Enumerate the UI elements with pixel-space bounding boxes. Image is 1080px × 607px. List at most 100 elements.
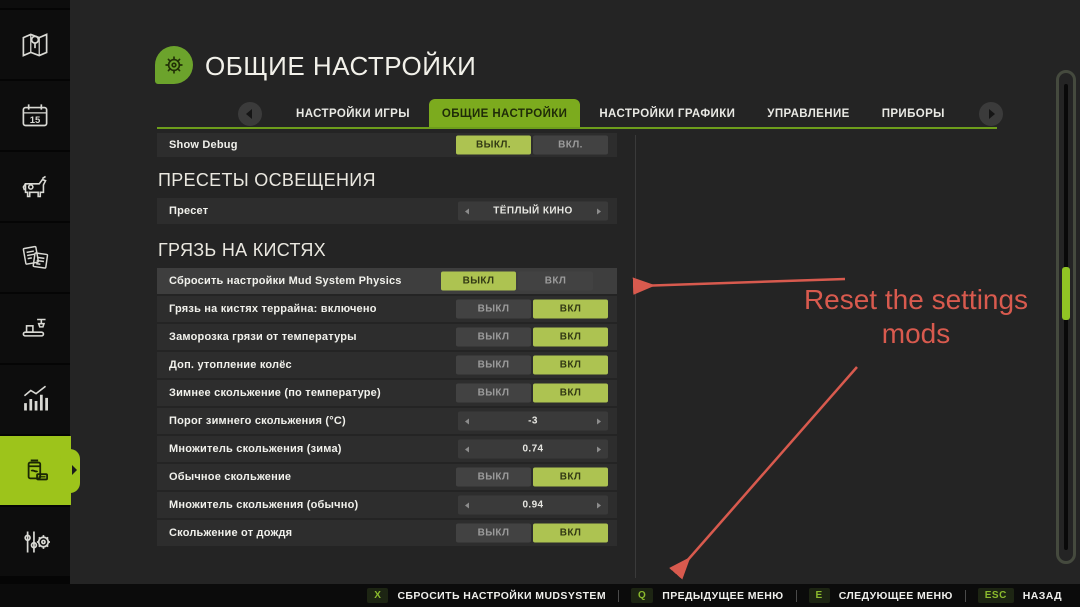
hotkey-key-badge: Q <box>631 588 653 603</box>
value-selector[interactable]: -3 <box>458 412 608 431</box>
toggle-off-button[interactable]: ВЫКЛ <box>456 384 531 403</box>
setting-label: Заморозка грязи от температуры <box>169 331 357 343</box>
setting-row[interactable]: Заморозка грязи от температуры ВЫКЛВКЛ <box>157 324 617 350</box>
left-arrow-icon <box>246 109 252 119</box>
tabs-next-button[interactable] <box>979 102 1003 126</box>
value-selector[interactable]: 0.94 <box>458 496 608 515</box>
setting-label: Сбросить настройки Mud System Physics <box>169 275 402 287</box>
setting-label: Show Debug <box>169 139 238 151</box>
scrollbar-thumb[interactable] <box>1062 267 1070 320</box>
setting-label: Скольжение от дождя <box>169 527 292 539</box>
setting-label: Зимнее скольжение (по температуре) <box>169 387 381 399</box>
setting-row[interactable]: Скольжение от дождя ВЫКЛВКЛ <box>157 520 617 546</box>
selector-right-arrow-icon[interactable] <box>597 418 601 424</box>
hotkey-item[interactable]: ESCНАЗАД <box>978 588 1062 603</box>
sidebar-item-production[interactable] <box>0 294 70 363</box>
tab-2[interactable]: ОБЩИЕ НАСТРОЙКИ <box>429 99 580 128</box>
sidebar-item-calendar[interactable]: 15 <box>0 81 70 150</box>
setting-row[interactable]: Show Debug ВЫКЛ.ВКЛ. <box>157 133 617 157</box>
selector-value: ТЁПЛЫЙ КИНО <box>469 206 597 217</box>
sidebar-item-contracts[interactable] <box>0 223 70 292</box>
active-item-bubble <box>60 449 80 493</box>
setting-label: Множитель скольжения (обычно) <box>169 499 358 511</box>
hotkey-item[interactable]: EСЛЕДУЮЩЕЕ МЕНЮ <box>809 588 953 603</box>
page-title: ОБЩИЕ НАСТРОЙКИ <box>205 51 476 82</box>
toggle-on-button[interactable]: ВКЛ <box>533 524 608 543</box>
setting-row[interactable]: Зимнее скольжение (по температуре) ВЫКЛВК… <box>157 380 617 406</box>
toggle-group: ВЫКЛВКЛ <box>456 384 608 403</box>
selector-right-arrow-icon[interactable] <box>597 446 601 452</box>
toggle-off-button[interactable]: ВЫКЛ. <box>456 136 531 155</box>
setting-row[interactable]: Сбросить настройки Mud System Physics ВЫК… <box>157 268 617 294</box>
selector-right-arrow-icon[interactable] <box>597 208 601 214</box>
tab-1[interactable]: НАСТРОЙКИ ИГРЫ <box>283 108 423 120</box>
selector-value: -3 <box>469 416 597 427</box>
toggle-off-button[interactable]: ВЫКЛ <box>456 356 531 375</box>
settings-list: Show DebugВЫКЛ.ВКЛ.ПРЕСЕТЫ ОСВЕЩЕНИЯПрес… <box>157 133 617 548</box>
tab-underline <box>157 127 997 129</box>
value-selector[interactable]: 0.74 <box>458 440 608 459</box>
active-item-pointer-icon <box>72 465 77 475</box>
hotkey-label: ПРЕДЫДУЩЕЕ МЕНЮ <box>662 590 783 602</box>
setting-row[interactable]: Доп. утопление колёс ВЫКЛВКЛ <box>157 352 617 378</box>
column-divider <box>635 135 636 578</box>
toggle-on-button[interactable]: ВКЛ. <box>533 136 608 155</box>
sidebar-item-statistics[interactable] <box>0 365 70 434</box>
toggle-on-button[interactable]: ВКЛ <box>533 300 608 319</box>
tabs-prev-button[interactable] <box>238 102 262 126</box>
calendar-icon: 15 <box>16 97 54 135</box>
setting-row[interactable]: Порог зимнего скольжения (°C)-3 <box>157 408 617 434</box>
map-icon <box>16 26 54 64</box>
sidebar-item-mudsystem[interactable] <box>0 436 71 505</box>
sidebar-item-animals[interactable] <box>0 152 70 221</box>
right-arrow-icon <box>989 109 995 119</box>
tab-5[interactable]: ПРИБОРЫ <box>869 108 958 120</box>
selector-value: 0.94 <box>469 500 597 511</box>
toggle-off-button[interactable]: ВЫКЛ <box>456 468 531 487</box>
toggle-group: ВЫКЛ.ВКЛ. <box>456 136 608 155</box>
tab-4[interactable]: УПРАВЛЕНИЕ <box>754 108 862 120</box>
hotkey-item[interactable]: XСБРОСИТЬ НАСТРОЙКИ MUDSYSTEM <box>367 588 606 603</box>
cow-icon <box>16 168 54 206</box>
toggle-group: ВЫКЛВКЛ <box>456 300 608 319</box>
setting-row[interactable]: Множитель скольжения (обычно) 0.94 <box>157 492 617 518</box>
hotkey-key-badge: X <box>367 588 388 603</box>
tab-3[interactable]: НАСТРОЙКИ ГРАФИКИ <box>586 108 748 120</box>
hotkey-label: НАЗАД <box>1023 590 1062 602</box>
tab-bar: НАСТРОЙКИ ИГРЫ ОБЩИЕ НАСТРОЙКИ НАСТРОЙКИ Г… <box>238 99 1003 128</box>
toggle-off-button[interactable]: ВЫКЛ <box>456 328 531 347</box>
toggle-on-button[interactable]: ВКЛ <box>533 468 608 487</box>
toggle-group: ВЫКЛВКЛ <box>456 328 608 347</box>
sidebar-item-tuning[interactable] <box>0 507 70 576</box>
toggle-off-button[interactable]: ВЫКЛ <box>441 272 516 291</box>
toggle-on-button[interactable]: ВКЛ <box>533 356 608 375</box>
gear-icon <box>155 46 193 84</box>
toggle-off-button[interactable]: ВЫКЛ <box>456 300 531 319</box>
toggle-on-button[interactable]: ВКЛ <box>533 328 608 347</box>
toggle-group: ВЫКЛВКЛ <box>456 468 608 487</box>
contracts-icon <box>16 239 54 277</box>
hotkey-label: СЛЕДУЮЩЕЕ МЕНЮ <box>839 590 953 602</box>
toggle-on-button[interactable]: ВКЛ <box>533 384 608 403</box>
setting-row[interactable]: Обычное скольжениеВЫКЛВКЛ <box>157 464 617 490</box>
annotation-text: Reset the settings mods <box>785 283 1047 351</box>
setting-row[interactable]: Грязь на кистях террайна: включено ВЫКЛВК… <box>157 296 617 322</box>
setting-row[interactable]: ПресетТЁПЛЫЙ КИНО <box>157 198 617 224</box>
setting-label: Доп. утопление колёс <box>169 359 292 371</box>
toggle-off-button[interactable]: ВЫКЛ <box>456 524 531 543</box>
footer-divider <box>965 590 966 602</box>
setting-label: Множитель скольжения (зима) <box>169 443 342 455</box>
setting-label: Грязь на кистях террайна: включено <box>169 303 377 315</box>
selector-value: 0.74 <box>469 444 597 455</box>
sidebar-item-map[interactable] <box>0 10 70 79</box>
value-selector[interactable]: ТЁПЛЫЙ КИНО <box>458 202 608 221</box>
footer-hotkey-bar: XСБРОСИТЬ НАСТРОЙКИ MUDSYSTEM Q ПРЕДЫДУЩЕЕ… <box>0 584 1080 607</box>
toggle-on-button[interactable]: ВКЛ <box>518 272 593 291</box>
footer-divider <box>796 590 797 602</box>
toggle-group: ВЫКЛВКЛ <box>456 524 608 543</box>
settings-screen: ОБЩИЕ НАСТРОЙКИ НАСТРОЙКИ ИГРЫ ОБЩИЕ НАСТ… <box>0 0 1080 607</box>
selector-right-arrow-icon[interactable] <box>597 502 601 508</box>
toggle-group: ВЫКЛВКЛ <box>456 356 608 375</box>
hotkey-item[interactable]: Q ПРЕДЫДУЩЕЕ МЕНЮ <box>631 588 784 603</box>
setting-row[interactable]: Множитель скольжения (зима) 0.74 <box>157 436 617 462</box>
